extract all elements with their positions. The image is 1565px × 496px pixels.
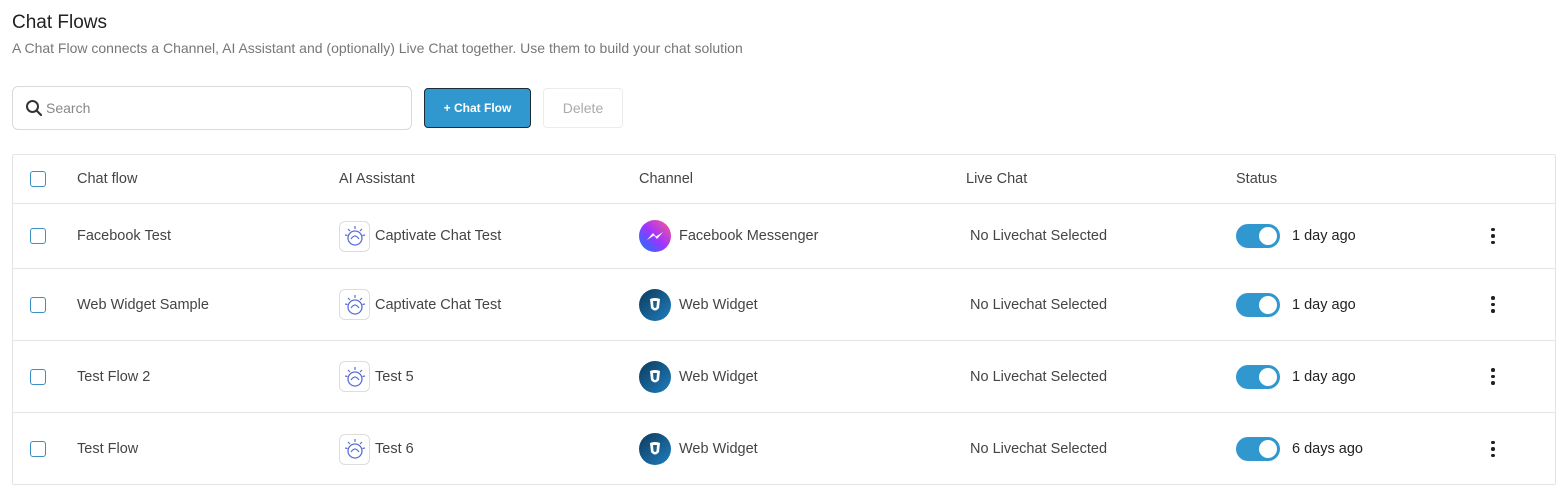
chat-flow-name[interactable]: Facebook Test [77, 204, 171, 268]
live-chat-cell: No Livechat Selected [970, 296, 1108, 313]
channel-name: Web Widget [679, 441, 758, 457]
row-checkbox[interactable] [30, 296, 46, 313]
more-options-icon[interactable] [1485, 439, 1501, 459]
status-toggle[interactable] [1236, 224, 1280, 248]
more-options-icon[interactable] [1485, 367, 1501, 387]
ai-assistant-name: Captivate Chat Test [375, 296, 502, 313]
column-header-live-chat[interactable]: Live Chat [966, 155, 1027, 203]
status-time: 6 days ago [1292, 441, 1363, 457]
toggle-knob [1259, 227, 1277, 245]
ai-assistant-cell: Test 5 [339, 341, 414, 412]
ai-assistant-cell: Captivate Chat Test [339, 269, 501, 340]
ai-assistant-name: Test 6 [375, 441, 414, 457]
more-options-icon[interactable] [1485, 295, 1501, 315]
chat-flow-name[interactable]: Web Widget Sample [77, 269, 209, 340]
channel-cell: Web Widget [639, 413, 758, 485]
status-toggle[interactable] [1236, 437, 1280, 461]
channel-name: Web Widget [679, 368, 758, 385]
messenger-icon [639, 220, 671, 252]
live-chat-cell: No Livechat Selected [970, 368, 1108, 385]
search-input[interactable] [46, 100, 386, 116]
ai-assistant-icon [339, 433, 370, 465]
web-widget-icon [639, 433, 671, 465]
table-row[interactable]: Test Flow Test 6 Web Widget No Livechat … [13, 413, 1555, 485]
table-row[interactable]: Test Flow 2 Test 5 Web Widget No Livecha… [13, 341, 1555, 413]
status-time: 1 day ago [1292, 368, 1356, 385]
status-time: 1 day ago [1292, 296, 1356, 313]
chat-flow-name[interactable]: Test Flow [77, 413, 138, 485]
add-chat-flow-button[interactable]: + Chat Flow [424, 88, 531, 128]
table-row[interactable]: Web Widget Sample Captivate Chat Test We… [13, 269, 1555, 341]
status-cell: 6 days ago [1236, 413, 1363, 485]
status-cell: 1 day ago [1236, 269, 1356, 340]
row-checkbox[interactable] [30, 441, 46, 457]
toggle-knob [1259, 440, 1277, 458]
select-all-checkbox[interactable] [30, 171, 46, 187]
chat-flow-name[interactable]: Test Flow 2 [77, 341, 150, 412]
toggle-knob [1259, 295, 1277, 314]
row-checkbox[interactable] [30, 228, 46, 244]
status-toggle[interactable] [1236, 364, 1280, 389]
channel-name: Web Widget [679, 296, 758, 313]
ai-assistant-icon [339, 361, 370, 392]
channel-cell: Web Widget [639, 341, 758, 412]
row-checkbox[interactable] [30, 368, 46, 385]
table-header-row: Chat flow AI Assistant Channel Live Chat… [13, 155, 1555, 204]
column-header-chat-flow[interactable]: Chat flow [77, 155, 137, 203]
status-cell: 1 day ago [1236, 341, 1356, 412]
status-time: 1 day ago [1292, 228, 1356, 244]
ai-assistant-cell: Captivate Chat Test [339, 204, 501, 268]
ai-assistant-cell: Test 6 [339, 413, 414, 485]
channel-cell: Web Widget [639, 269, 758, 340]
channel-name: Facebook Messenger [679, 228, 819, 244]
column-header-status[interactable]: Status [1236, 155, 1277, 203]
chat-flows-table: Chat flow AI Assistant Channel Live Chat… [12, 154, 1556, 485]
more-options-icon[interactable] [1485, 226, 1501, 246]
table-row[interactable]: Facebook Test Captivate Chat Test Facebo… [13, 204, 1555, 269]
status-cell: 1 day ago [1236, 204, 1356, 268]
column-header-ai-assistant[interactable]: AI Assistant [339, 155, 415, 203]
ai-assistant-icon [339, 220, 370, 252]
web-widget-icon [639, 288, 671, 321]
ai-assistant-icon [339, 289, 370, 320]
live-chat-cell: No Livechat Selected [970, 228, 1108, 244]
live-chat-cell: No Livechat Selected [970, 441, 1108, 457]
web-widget-icon [639, 360, 671, 393]
page-subtitle: A Chat Flow connects a Channel, AI Assis… [12, 40, 743, 56]
delete-button[interactable]: Delete [543, 88, 623, 128]
channel-cell: Facebook Messenger [639, 204, 818, 268]
status-toggle[interactable] [1236, 292, 1280, 317]
ai-assistant-name: Test 5 [375, 368, 414, 385]
page-title: Chat Flows [12, 12, 108, 33]
search-box[interactable] [12, 86, 412, 130]
search-icon [24, 98, 44, 118]
toggle-knob [1259, 367, 1277, 386]
ai-assistant-name: Captivate Chat Test [375, 228, 502, 244]
column-header-channel[interactable]: Channel [639, 155, 693, 203]
